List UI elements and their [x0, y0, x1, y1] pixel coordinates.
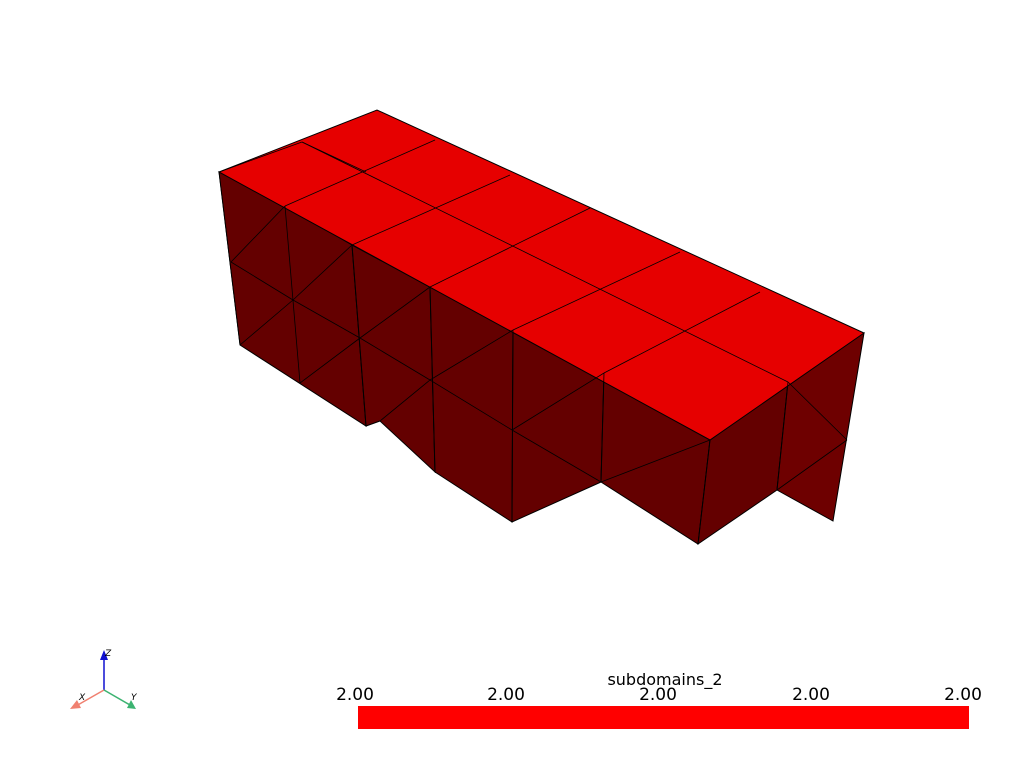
- scalar-bar-tick-2: 2.00: [487, 685, 525, 705]
- y-axis-label: Y: [131, 693, 138, 703]
- scalar-bar[interactable]: [358, 706, 969, 729]
- orientation-axes-widget[interactable]: Z X Y: [70, 649, 138, 709]
- render-viewport[interactable]: Z X Y: [0, 0, 1024, 768]
- scalar-bar-tick-1: 2.00: [336, 685, 374, 705]
- scalar-bar-tick-3: 2.00: [639, 685, 677, 705]
- z-axis-label: Z: [104, 649, 112, 659]
- scalar-bar-tick-4: 2.00: [792, 685, 830, 705]
- scalar-bar-tick-5: 2.00: [944, 685, 982, 705]
- y-axis-line: [103, 689, 131, 706]
- x-axis-label: X: [78, 693, 86, 703]
